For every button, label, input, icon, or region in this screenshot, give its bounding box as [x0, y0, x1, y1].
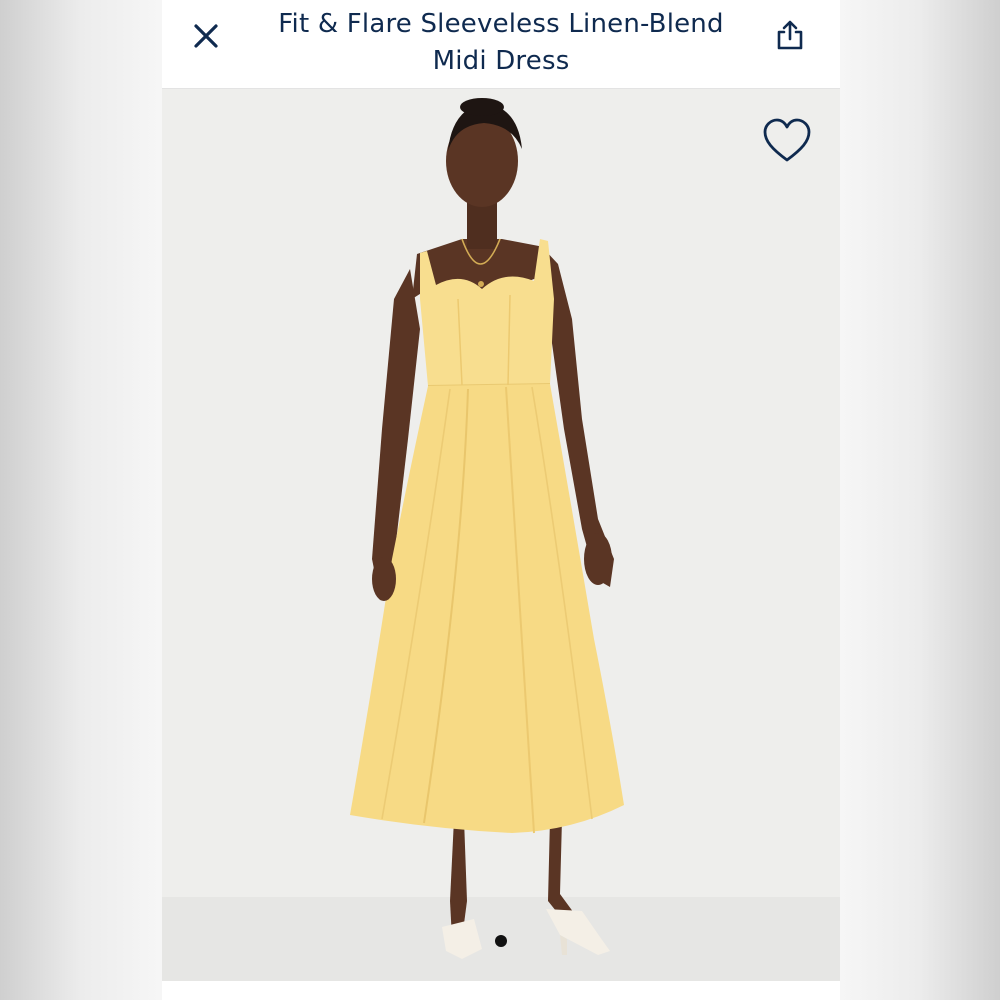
heart-outline-icon [763, 118, 811, 162]
product-title-line-1: Fit & Flare Sleeveless Linen-Blend [278, 9, 724, 39]
page-dot-active[interactable] [495, 935, 507, 947]
image-page-indicator [162, 932, 840, 950]
share-button[interactable] [770, 15, 810, 55]
top-app-bar: Fit & Flare Sleeveless Linen-Blend Midi … [162, 0, 840, 89]
product-screen: Fit & Flare Sleeveless Linen-Blend Midi … [162, 0, 840, 1000]
close-icon [194, 24, 218, 48]
close-button[interactable] [186, 16, 226, 56]
model-photo [162, 89, 840, 981]
product-image[interactable] [162, 89, 840, 981]
product-title: Fit & Flare Sleeveless Linen-Blend Midi … [252, 6, 750, 80]
favorite-button[interactable] [760, 117, 814, 165]
product-title-line-2: Midi Dress [432, 46, 570, 76]
bottom-area [162, 981, 840, 1000]
share-icon [777, 20, 803, 50]
